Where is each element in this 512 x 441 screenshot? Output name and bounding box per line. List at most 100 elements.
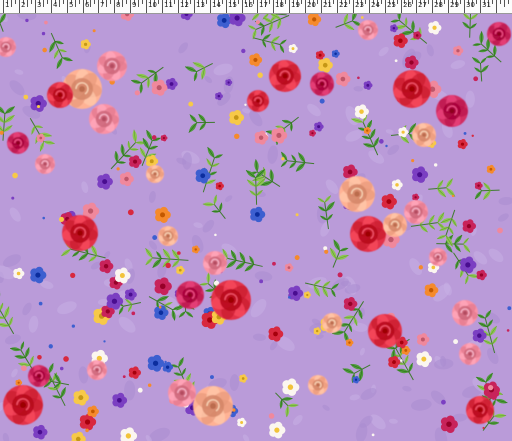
berry-dot bbox=[151, 135, 157, 140]
blossom-center bbox=[317, 125, 321, 129]
blossom-center bbox=[17, 381, 20, 384]
blossom-center bbox=[287, 266, 291, 269]
ruler-number: 8 bbox=[116, 1, 121, 9]
blossom-center bbox=[273, 331, 278, 337]
blossom-center bbox=[117, 397, 122, 403]
blossom-center bbox=[160, 212, 166, 218]
ruler-tick bbox=[333, 0, 334, 4]
ruler-tick bbox=[401, 0, 402, 13]
ruler-number: 27 bbox=[418, 1, 427, 9]
ruler-number: 15 bbox=[228, 1, 237, 9]
berry-dot bbox=[234, 133, 240, 140]
rose-center bbox=[210, 403, 216, 409]
blossom-center bbox=[431, 265, 436, 270]
ruler-number: 21 bbox=[323, 1, 332, 9]
blossom-center bbox=[395, 183, 399, 187]
ruler-tick bbox=[285, 0, 286, 4]
blossom-center bbox=[465, 262, 471, 268]
berry-dot bbox=[463, 131, 467, 135]
ruler-number: 11 bbox=[164, 1, 173, 9]
blossom-center bbox=[312, 17, 317, 22]
ruler-tick bbox=[51, 0, 52, 13]
ruler-tick bbox=[98, 0, 99, 13]
berry-dot bbox=[177, 251, 181, 255]
berry-dot bbox=[38, 301, 43, 306]
berry-dot bbox=[48, 344, 53, 349]
blossom-center bbox=[165, 365, 170, 369]
blossom-center bbox=[207, 317, 213, 323]
ruler-tick bbox=[130, 0, 131, 13]
berry-dot bbox=[71, 324, 75, 328]
berry-dot bbox=[92, 29, 96, 33]
rose-center bbox=[320, 82, 324, 86]
ruler-tick bbox=[122, 0, 123, 7]
berry-dot bbox=[134, 90, 140, 96]
blossom-center bbox=[398, 38, 403, 43]
berry-dot bbox=[357, 76, 360, 80]
berry-dot bbox=[433, 163, 438, 167]
ruler-number: 10 bbox=[148, 1, 157, 9]
blossom-center bbox=[318, 53, 322, 57]
rose-center bbox=[409, 86, 415, 92]
berry-dot bbox=[487, 384, 494, 391]
berry-dot bbox=[418, 265, 423, 270]
blossom-center bbox=[392, 27, 396, 30]
ruler-tick bbox=[500, 0, 501, 4]
ruler-number: 5 bbox=[69, 1, 74, 9]
berry-dot bbox=[400, 359, 403, 362]
berry-dot bbox=[11, 196, 15, 200]
berry-dot bbox=[152, 235, 158, 241]
ruler-tick bbox=[337, 0, 338, 13]
blossom-center bbox=[233, 115, 239, 120]
ruler-tick bbox=[353, 0, 354, 13]
ruler-tick bbox=[257, 0, 258, 13]
blossom-center bbox=[421, 356, 427, 362]
rose-center bbox=[282, 73, 288, 79]
blossom-center bbox=[159, 283, 166, 290]
rose-center bbox=[316, 383, 320, 387]
rose-center bbox=[109, 63, 115, 69]
texture-leaf bbox=[465, 90, 475, 108]
ruler-tick bbox=[381, 0, 382, 4]
berry-dot bbox=[294, 255, 300, 261]
blossom-center bbox=[102, 179, 108, 185]
blossom-center bbox=[240, 421, 244, 424]
ruler-tick bbox=[273, 0, 274, 13]
ruler-tick bbox=[114, 0, 115, 13]
ruler-tick bbox=[19, 0, 20, 13]
ruler-number: 19 bbox=[291, 1, 300, 9]
ruler-tick bbox=[83, 0, 84, 13]
rose-center bbox=[58, 93, 62, 97]
blossom-center bbox=[477, 333, 482, 338]
ruler-tick bbox=[206, 0, 207, 4]
berry-dot bbox=[36, 104, 41, 109]
rose-center bbox=[166, 234, 170, 238]
ruler-number: 3 bbox=[37, 1, 42, 9]
ruler-tick bbox=[146, 0, 147, 13]
blossom-center bbox=[152, 360, 159, 366]
berry-dot bbox=[272, 261, 276, 266]
blossom-center bbox=[178, 268, 182, 272]
blossom-center bbox=[432, 25, 437, 30]
berry-dot bbox=[379, 139, 384, 144]
berry-dot bbox=[63, 356, 69, 362]
ruler-tick bbox=[138, 0, 139, 7]
blossom-center bbox=[105, 309, 110, 314]
rose-center bbox=[414, 210, 418, 214]
rose-center bbox=[20, 402, 26, 408]
blossom-center bbox=[354, 378, 358, 381]
blossom-center bbox=[78, 395, 84, 401]
berry-dot bbox=[371, 433, 375, 437]
rose-center bbox=[422, 133, 426, 137]
berry-dot bbox=[324, 249, 329, 254]
ruler-number: 26 bbox=[403, 1, 412, 9]
blossom-center bbox=[234, 15, 240, 21]
ruler-tick bbox=[321, 0, 322, 13]
ruler-tick bbox=[142, 0, 143, 4]
blossom-center bbox=[359, 109, 364, 114]
blossom-center bbox=[404, 348, 408, 352]
blossom-center bbox=[291, 47, 295, 51]
rose-center bbox=[213, 261, 217, 265]
blossom-center bbox=[276, 132, 282, 138]
blossom-center bbox=[460, 142, 465, 146]
